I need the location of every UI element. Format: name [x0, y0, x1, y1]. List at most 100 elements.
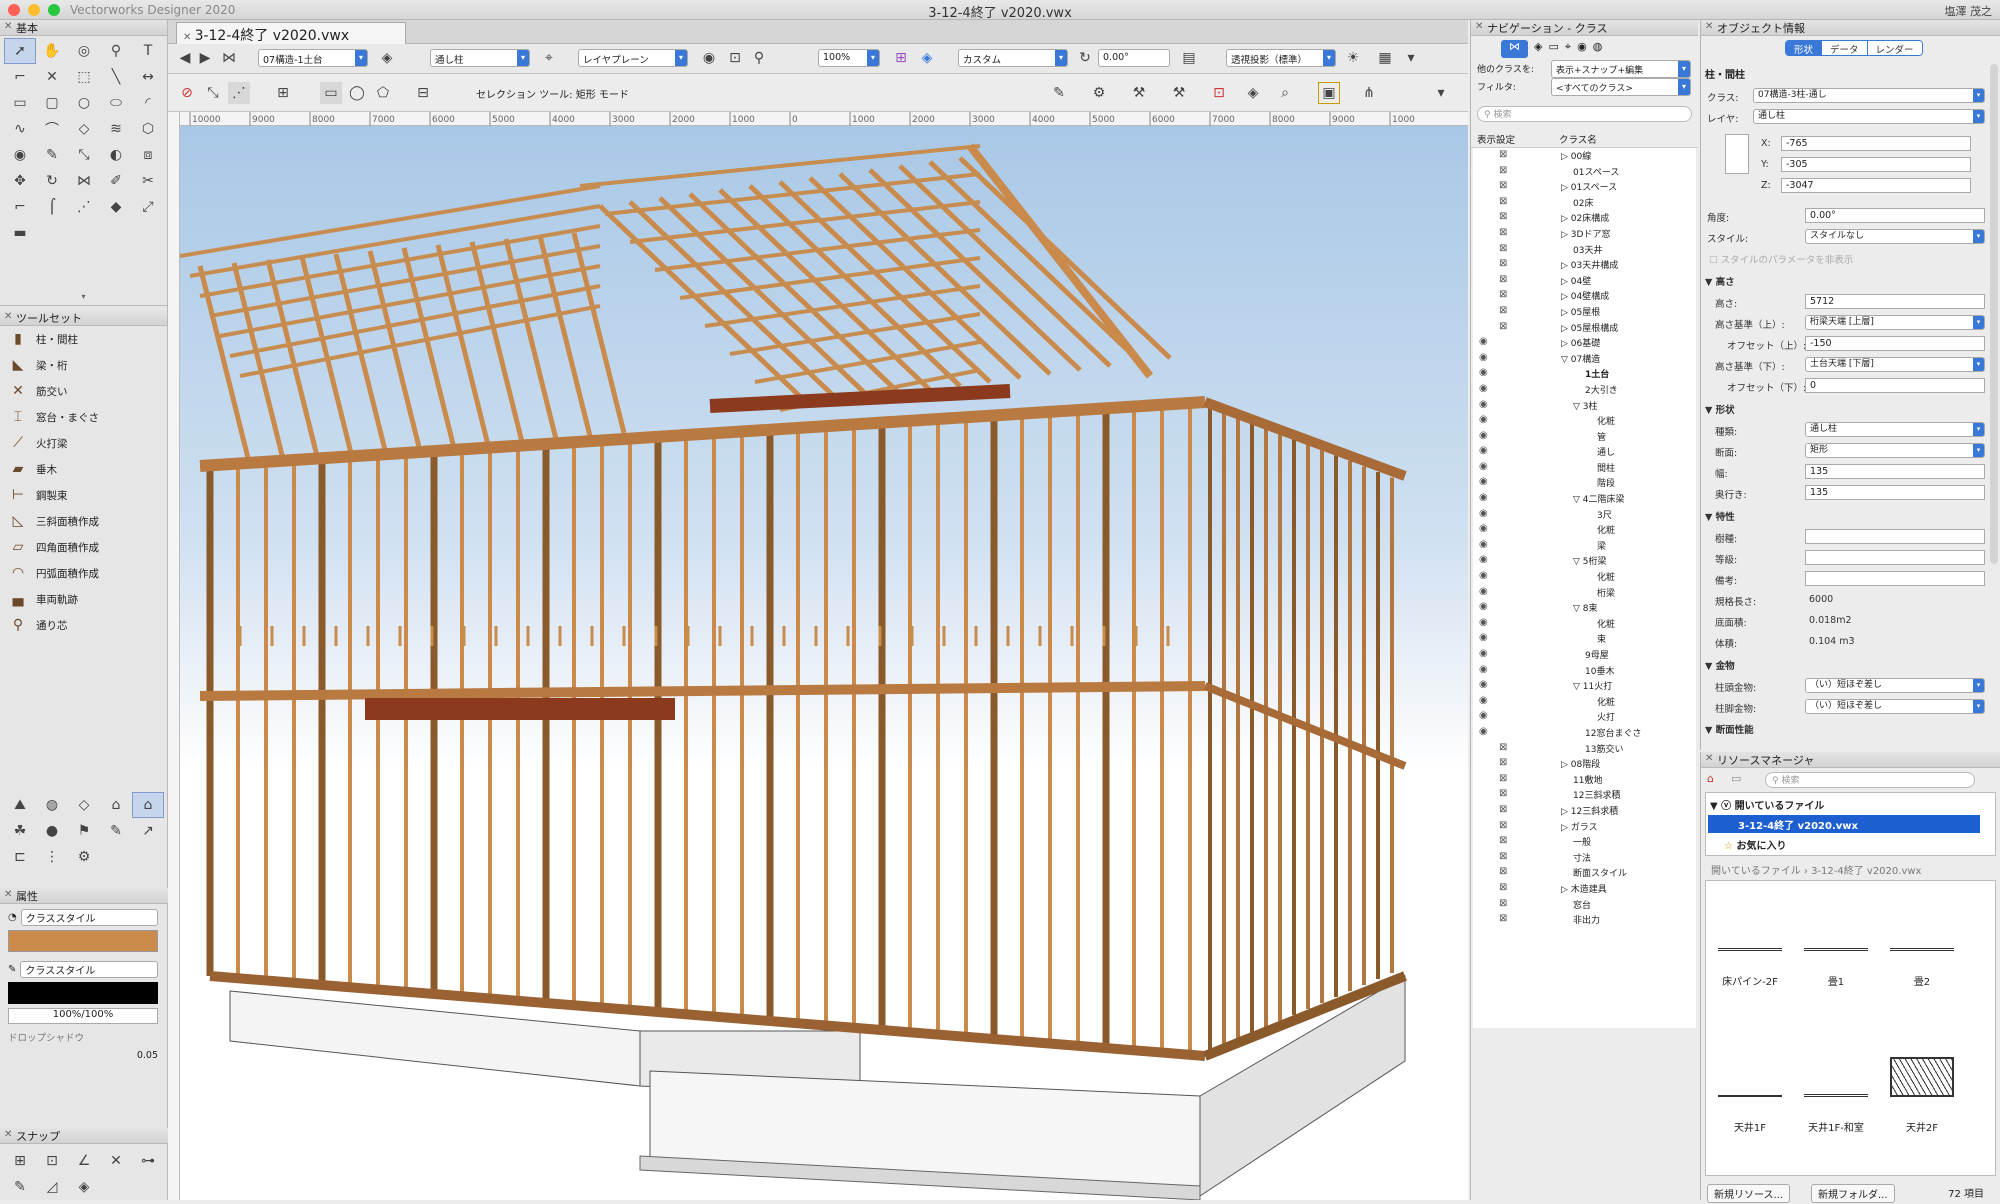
- eye-icon[interactable]: ◉: [1479, 554, 1488, 565]
- z-field[interactable]: -3047: [1781, 178, 1971, 193]
- projection-select[interactable]: 透視投影（標準） ▾: [1226, 49, 1336, 67]
- pin-icon[interactable]: ⚑: [68, 818, 100, 844]
- lasso-mode-icon[interactable]: ◯: [346, 82, 368, 104]
- close-icon[interactable]: ✕: [1475, 21, 1483, 32]
- class-row[interactable]: ◉ 管: [1473, 429, 1696, 445]
- tab-shape[interactable]: 形状: [1786, 41, 1823, 55]
- class-row[interactable]: ◉ 10垂木: [1473, 663, 1696, 679]
- class-row[interactable]: ⊠ 寸法: [1473, 850, 1696, 866]
- class-row[interactable]: ⊠ ▷ 08階段: [1473, 756, 1696, 772]
- pen-style-select[interactable]: クラススタイル: [20, 960, 158, 978]
- active-class-select[interactable]: 07構造-1土台 ▾: [258, 49, 368, 67]
- top-offset-field[interactable]: -150: [1805, 336, 1985, 351]
- rounded-rect-tool-icon[interactable]: ▢: [36, 90, 68, 116]
- hidden-icon[interactable]: ⊠: [1499, 913, 1507, 924]
- tools-icon[interactable]: ⚒: [1168, 82, 1190, 104]
- class-row[interactable]: ⊠ 03天井: [1473, 242, 1696, 258]
- kind-select[interactable]: 通し柱 ▾: [1805, 422, 1985, 437]
- hidden-icon[interactable]: ⊠: [1499, 851, 1507, 862]
- zoom-icon[interactable]: ⚲: [748, 47, 770, 69]
- hidden-icon[interactable]: ⊠: [1499, 274, 1507, 285]
- edit-icon[interactable]: ✎: [1048, 82, 1070, 104]
- eye-icon[interactable]: ◉: [1479, 508, 1488, 519]
- eye-icon[interactable]: ◉: [1479, 399, 1488, 410]
- gear-icon[interactable]: ⚙: [68, 844, 100, 870]
- callout-tool-icon[interactable]: ⌐: [4, 64, 36, 90]
- hidden-icon[interactable]: ⊠: [1499, 835, 1507, 846]
- class-row[interactable]: ◉ 化粧: [1473, 694, 1696, 710]
- rectangle-mode-icon[interactable]: ▭: [320, 82, 342, 104]
- class-row[interactable]: ◉ ▽ 8束: [1473, 600, 1696, 616]
- line-tool-icon[interactable]: ╲: [100, 64, 132, 90]
- section-select[interactable]: 矩形 ▾: [1805, 443, 1985, 458]
- class-row[interactable]: ◉ 化粧: [1473, 616, 1696, 632]
- class-row[interactable]: ⊠ ▷ 木造建具: [1473, 881, 1696, 897]
- toolset-item[interactable]: ◠ 円弧面積作成: [0, 560, 167, 586]
- no-snap-icon[interactable]: ⊘: [176, 82, 198, 104]
- section-hardware[interactable]: ▼ 金物: [1705, 658, 1735, 672]
- transform-icon[interactable]: ⤡: [202, 82, 224, 104]
- arc-tool-icon[interactable]: ◜: [132, 90, 164, 116]
- back-icon[interactable]: ◀: [174, 47, 196, 69]
- tree-open-files[interactable]: ▼ ⓥ 開いているファイル: [1710, 797, 1824, 812]
- depth-field[interactable]: 135: [1805, 485, 1985, 500]
- class-row[interactable]: ⊠ ▷ 3Dドア窓: [1473, 226, 1696, 242]
- class-row[interactable]: ◉ 束: [1473, 631, 1696, 647]
- grade-field[interactable]: [1805, 550, 1985, 565]
- hidden-icon[interactable]: ⊠: [1499, 211, 1507, 222]
- eye-icon[interactable]: ◉: [1479, 586, 1488, 597]
- eye-icon[interactable]: ◉: [1479, 461, 1488, 472]
- reshape-tool-icon[interactable]: ⤡: [68, 142, 100, 168]
- new-folder-button[interactable]: 新規フォルダ...: [1811, 1184, 1895, 1203]
- measure-icon[interactable]: ↗: [132, 818, 164, 844]
- zoom-select[interactable]: 100% ▾: [818, 49, 880, 67]
- oval-tool-icon[interactable]: ⬭: [100, 90, 132, 116]
- multi-select-icon[interactable]: ⋰: [228, 82, 250, 104]
- close-icon[interactable]: ✕: [1705, 753, 1713, 764]
- close-icon[interactable]: ✕: [183, 32, 195, 43]
- fill-style-row[interactable]: ◔ クラススタイル: [8, 908, 158, 926]
- snap-object-icon[interactable]: ⊡: [36, 1148, 68, 1174]
- view-select[interactable]: カスタム ▾: [958, 49, 1068, 67]
- text-tool-icon[interactable]: T: [132, 38, 164, 64]
- forward-icon[interactable]: ▶: [194, 47, 216, 69]
- close-icon[interactable]: ✕: [4, 311, 12, 322]
- eye-icon[interactable]: ◉: [1479, 367, 1488, 378]
- hidden-icon[interactable]: ⊠: [1499, 149, 1507, 160]
- section-shape[interactable]: ▼ 形状: [1705, 402, 1735, 416]
- eye-icon[interactable]: ◉: [1479, 476, 1488, 487]
- style-select[interactable]: スタイルなし ▾: [1805, 229, 1985, 244]
- class-row[interactable]: ◉ 桁梁: [1473, 585, 1696, 601]
- toolset-item[interactable]: ✕ 筋交い: [0, 378, 167, 404]
- drawing-canvas[interactable]: [180, 126, 1468, 1200]
- tape-tool-icon[interactable]: ▬: [4, 220, 36, 246]
- foot-hw-select[interactable]: （い）短ほぞ差し ▾: [1805, 699, 1985, 714]
- toolset-item[interactable]: ⌶ 窓台・まぐさ: [0, 404, 167, 430]
- eye-icon[interactable]: ◉: [1479, 539, 1488, 550]
- sheet-mode-icon[interactable]: ▭: [1548, 40, 1558, 58]
- zoom-tool-icon[interactable]: ⚲: [100, 38, 132, 64]
- flyover-tool-icon[interactable]: ◎: [68, 38, 100, 64]
- eye-icon[interactable]: ◉: [1479, 383, 1488, 394]
- class-row[interactable]: ◉ ▽ 4二階床梁: [1473, 491, 1696, 507]
- selection-tool-icon[interactable]: ➚: [4, 38, 36, 64]
- class-row[interactable]: ◉ ▽ 5桁梁: [1473, 553, 1696, 569]
- class-row[interactable]: ⊠ 11敷地: [1473, 772, 1696, 788]
- eye-icon[interactable]: ◉: [1479, 570, 1488, 581]
- close-icon[interactable]: ✕: [4, 1129, 12, 1140]
- offset-tool-icon[interactable]: ⋰: [68, 194, 100, 220]
- rotate-tool-icon[interactable]: ↻: [36, 168, 68, 194]
- eye-icon[interactable]: ◉: [1479, 430, 1488, 441]
- line-weight-value[interactable]: 0.05: [8, 1050, 158, 1064]
- resource-item[interactable]: 畳1: [1796, 911, 1876, 988]
- snap-tangent-icon[interactable]: ◿: [36, 1174, 68, 1200]
- filter-select[interactable]: <すべてのクラス> ▾: [1551, 78, 1691, 96]
- y-field[interactable]: -305: [1781, 157, 1971, 172]
- class-row[interactable]: ⊠ 断面スタイル: [1473, 865, 1696, 881]
- tree-favorites[interactable]: ☆ お気に入り: [1724, 837, 1786, 852]
- hidden-icon[interactable]: ⊠: [1499, 305, 1507, 316]
- class-row[interactable]: ◉ ▽ 3柱: [1473, 398, 1696, 414]
- eye-icon[interactable]: ◉: [1479, 601, 1488, 612]
- hidden-icon[interactable]: ⊠: [1499, 820, 1507, 831]
- hidden-icon[interactable]: ⊠: [1499, 258, 1507, 269]
